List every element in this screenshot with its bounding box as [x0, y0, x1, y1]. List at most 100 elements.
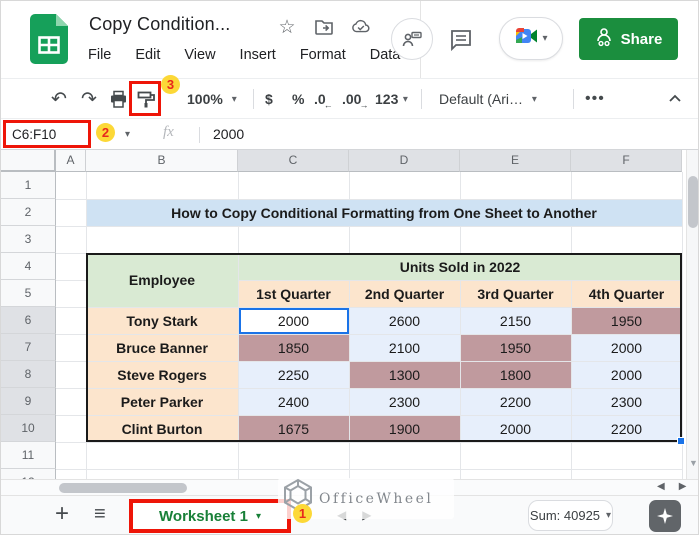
row-header-11[interactable]: 11	[1, 442, 56, 469]
data-cell[interactable]: 2300	[571, 388, 682, 415]
cell[interactable]	[460, 172, 571, 199]
row-header-4[interactable]: 4	[1, 253, 56, 280]
row-header-9[interactable]: 9	[1, 388, 56, 415]
tab-scroll-right-icon[interactable]: ▶	[362, 508, 371, 522]
row-header-3[interactable]: 3	[1, 226, 56, 253]
quarter-header-cell[interactable]: 2nd Quarter	[349, 280, 460, 307]
collapse-toolbar-button[interactable]	[667, 79, 683, 119]
cell[interactable]	[349, 469, 460, 479]
share-button[interactable]: Share	[579, 18, 678, 60]
cell[interactable]	[56, 199, 86, 226]
cell[interactable]	[56, 280, 86, 307]
comments-button[interactable]	[447, 26, 475, 54]
data-cell[interactable]: 2400	[238, 388, 349, 415]
scroll-down-icon[interactable]: ▼	[689, 458, 698, 468]
sum-indicator[interactable]: Sum: 40925 ▾	[528, 500, 613, 531]
all-sheets-button[interactable]: ≡	[94, 503, 106, 526]
row-header-2[interactable]: 2	[1, 199, 56, 226]
tab-scroll-left-icon[interactable]: ◀	[337, 508, 346, 522]
cell[interactable]	[571, 226, 682, 253]
cell[interactable]	[86, 172, 238, 199]
menu-edit[interactable]: Edit	[134, 45, 161, 65]
data-cell-low[interactable]: 1900	[349, 415, 460, 442]
column-header-b[interactable]: B	[86, 150, 238, 172]
data-cell[interactable]: 2200	[571, 415, 682, 442]
quarter-header-cell[interactable]: 1st Quarter	[238, 280, 349, 307]
cell[interactable]	[349, 226, 460, 253]
cell[interactable]	[56, 442, 86, 469]
data-cell-low[interactable]: 1300	[349, 361, 460, 388]
sheet-tab-caret[interactable]: ▾	[256, 511, 261, 522]
data-cell[interactable]: 2200	[460, 388, 571, 415]
more-toolbar-button[interactable]: •••	[585, 79, 605, 119]
employee-name-cell[interactable]: Steve Rogers	[86, 361, 238, 388]
data-cell[interactable]: 2000	[571, 334, 682, 361]
star-icon[interactable]: ☆	[277, 17, 297, 37]
column-header-a[interactable]: A	[56, 150, 86, 172]
decrease-decimal-button[interactable]: .0←	[314, 79, 335, 119]
row-header-12[interactable]: 12	[1, 469, 56, 479]
column-header-e[interactable]: E	[460, 150, 571, 172]
cell[interactable]	[238, 469, 349, 479]
data-cell[interactable]: 2000	[460, 415, 571, 442]
data-cell-low[interactable]: 1800	[460, 361, 571, 388]
cloud-status-icon[interactable]	[351, 17, 371, 37]
cell[interactable]	[571, 469, 682, 479]
row-header-7[interactable]: 7	[1, 334, 56, 361]
column-header-c[interactable]: C	[238, 150, 349, 172]
data-cell-low[interactable]: 1950	[571, 307, 682, 334]
scroll-left-icon[interactable]: ◀	[657, 481, 665, 492]
number-format-button[interactable]: 123 ▾	[375, 79, 408, 119]
font-selector[interactable]: Default (Ari… ▾	[439, 79, 557, 119]
cell[interactable]	[349, 442, 460, 469]
menu-insert[interactable]: Insert	[239, 45, 277, 65]
select-all-corner[interactable]	[1, 150, 56, 172]
horizontal-scrollbar-thumb[interactable]	[59, 483, 187, 493]
data-cell[interactable]: 2250	[238, 361, 349, 388]
zoom-control[interactable]: 100% ▾	[187, 79, 237, 119]
data-cell-low[interactable]: 1675	[238, 415, 349, 442]
units-header-cell[interactable]: Units Sold in 2022	[238, 253, 682, 280]
banner-cell[interactable]: How to Copy Conditional Formatting from …	[86, 199, 682, 226]
cell[interactable]	[56, 415, 86, 442]
cell[interactable]	[460, 469, 571, 479]
row-header-10[interactable]: 10	[1, 415, 56, 442]
horizontal-scrollbar[interactable]: ◀ ▶	[1, 479, 699, 495]
cell[interactable]	[86, 469, 238, 479]
cell[interactable]	[238, 172, 349, 199]
data-cell[interactable]: 2600	[349, 307, 460, 334]
document-title[interactable]: Copy Condition...	[89, 14, 230, 35]
quarter-header-cell[interactable]: 3rd Quarter	[460, 280, 571, 307]
quarter-header-cell[interactable]: 4th Quarter	[571, 280, 682, 307]
cell[interactable]	[238, 442, 349, 469]
selection-fill-handle[interactable]	[677, 437, 685, 445]
menu-file[interactable]: File	[87, 45, 112, 65]
format-currency-button[interactable]: $	[265, 79, 273, 119]
cell[interactable]	[460, 226, 571, 253]
cell[interactable]	[86, 442, 238, 469]
employee-name-cell[interactable]: Tony Stark	[86, 307, 238, 334]
menu-format[interactable]: Format	[299, 45, 347, 65]
column-header-f[interactable]: F	[571, 150, 682, 172]
cell[interactable]	[86, 226, 238, 253]
name-box[interactable]: C6:F10	[3, 120, 91, 148]
move-folder-icon[interactable]	[314, 17, 334, 37]
cell[interactable]	[460, 442, 571, 469]
employee-name-cell[interactable]: Clint Burton	[86, 415, 238, 442]
data-cell[interactable]: 2150	[460, 307, 571, 334]
print-button[interactable]	[109, 79, 128, 119]
explore-button[interactable]	[649, 500, 681, 532]
sheet-tab-worksheet-1[interactable]: Worksheet 1 ▾	[129, 499, 291, 533]
cell[interactable]	[349, 172, 460, 199]
active-cell-c6[interactable]: 2000	[238, 307, 349, 334]
name-box-caret[interactable]: ▾	[125, 129, 130, 140]
cell[interactable]	[571, 442, 682, 469]
row-header-1[interactable]: 1	[1, 172, 56, 199]
sheets-logo-icon[interactable]	[30, 14, 68, 69]
meet-call-button[interactable]: ▾	[499, 17, 563, 60]
data-cell-low[interactable]: 1850	[238, 334, 349, 361]
data-cell-low[interactable]: 1950	[460, 334, 571, 361]
last-edit-activity-button[interactable]	[391, 18, 433, 60]
format-percent-button[interactable]: %	[292, 79, 304, 119]
cell[interactable]	[571, 172, 682, 199]
